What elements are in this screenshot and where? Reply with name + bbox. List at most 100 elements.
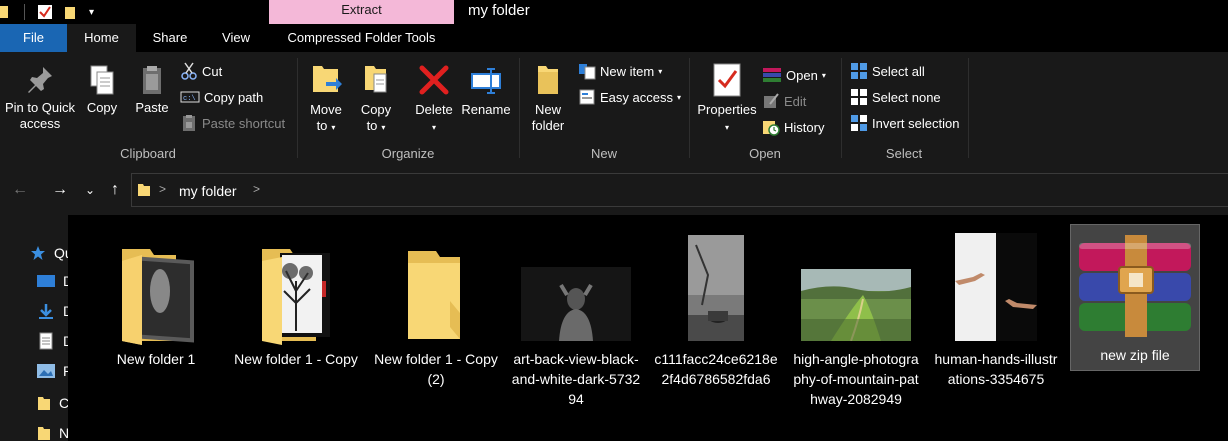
file-name: New folder 1 bbox=[116, 351, 196, 367]
open-button[interactable]: Open ▾ bbox=[762, 64, 826, 86]
image-thumbnail-hands bbox=[931, 233, 1061, 341]
nav-folder-c[interactable]: C bbox=[37, 392, 68, 414]
nav-quick-access[interactable]: Qu bbox=[30, 242, 68, 264]
new-item-icon bbox=[579, 64, 596, 80]
toolbar-divider bbox=[24, 4, 25, 20]
easy-access-icon bbox=[579, 89, 595, 105]
tab-compressed-folder-tools[interactable]: Compressed Folder Tools bbox=[269, 24, 454, 52]
invert-selection-label: Invert selection bbox=[872, 115, 960, 131]
tab-view[interactable]: View bbox=[204, 24, 268, 52]
new-folder-label-line2: folder bbox=[531, 118, 565, 133]
nav-label: N bbox=[59, 425, 68, 441]
pin-label-line1: Pin to Quick bbox=[4, 100, 76, 115]
folder-icon bbox=[122, 249, 194, 345]
forward-arrow-icon[interactable]: → bbox=[48, 178, 72, 202]
new-folder-qa-icon[interactable] bbox=[63, 4, 79, 20]
file-item-image[interactable]: c111facc24ce6218e2f4d6786582fda6 bbox=[651, 229, 781, 429]
paste-shortcut-button[interactable]: Paste shortcut bbox=[180, 112, 285, 134]
nav-folder-n[interactable]: N bbox=[37, 422, 68, 441]
image-thumbnail-landscape bbox=[791, 267, 921, 341]
new-item-label: New item bbox=[600, 63, 655, 79]
select-all-icon bbox=[851, 63, 867, 79]
file-name: high-angle-photography-of-mountain-pathw… bbox=[793, 351, 919, 407]
group-organize: Move to ▾ Copy to ▾ Delete ▾ Rename Organi… bbox=[298, 56, 518, 162]
select-all-label: Select all bbox=[872, 63, 925, 79]
tab-home[interactable]: Home bbox=[67, 24, 136, 52]
easy-access-label: Easy access bbox=[600, 89, 673, 105]
ribbon-tabs: File Home Share View Compressed Folder T… bbox=[0, 24, 1228, 52]
copy-path-label: Copy path bbox=[204, 89, 264, 105]
back-arrow-icon[interactable]: ← bbox=[8, 178, 32, 202]
recent-locations-chevron-icon[interactable]: ⌄ bbox=[78, 178, 102, 202]
invert-selection-button[interactable]: Invert selection bbox=[850, 112, 959, 134]
clipboard-group-label: Clipboard bbox=[120, 146, 176, 161]
paste-icon bbox=[143, 66, 161, 94]
file-item-folder[interactable]: New folder 1 - Copy (2) bbox=[371, 229, 501, 409]
paste-button[interactable]: Paste bbox=[130, 64, 174, 116]
scissors-icon bbox=[181, 62, 197, 80]
image-thumbnail-bw bbox=[651, 233, 781, 341]
properties-check-icon[interactable] bbox=[37, 4, 53, 20]
file-name: New folder 1 - Copy bbox=[234, 351, 358, 367]
copy-to-label-line2: to ▾ bbox=[366, 118, 386, 133]
winrar-open-icon bbox=[763, 68, 781, 82]
properties-caret: ▾ bbox=[724, 123, 729, 132]
image-thumbnail-dark bbox=[511, 267, 641, 341]
delete-button[interactable]: Delete ▾ bbox=[412, 62, 456, 136]
nav-downloads[interactable]: D bbox=[37, 300, 68, 322]
group-new: New folder New item ▾ Easy access ▾ New bbox=[520, 56, 688, 162]
file-item-folder[interactable]: New folder 1 bbox=[91, 229, 221, 409]
document-icon bbox=[39, 332, 53, 350]
new-item-button[interactable]: New item ▾ bbox=[578, 60, 662, 82]
rename-button[interactable]: Rename bbox=[460, 62, 512, 118]
breadcrumb-chevron-icon[interactable]: > bbox=[253, 182, 260, 196]
nav-desktop[interactable]: D bbox=[37, 270, 68, 292]
folder-icon bbox=[38, 427, 50, 440]
copy-path-button[interactable]: c:\ Copy path bbox=[180, 86, 263, 108]
copy-to-button[interactable]: Copy to ▾ bbox=[354, 62, 398, 136]
paste-label: Paste bbox=[135, 100, 169, 115]
history-label: History bbox=[784, 119, 825, 135]
tab-file[interactable]: File bbox=[0, 24, 67, 52]
copy-path-icon: c:\ bbox=[180, 91, 200, 103]
nav-documents[interactable]: D bbox=[37, 330, 68, 352]
group-separator bbox=[968, 58, 969, 158]
address-bar[interactable]: > my folder > bbox=[131, 173, 1228, 207]
history-icon bbox=[763, 121, 780, 136]
nav-pictures[interactable]: P bbox=[37, 360, 68, 382]
copy-button[interactable]: Copy bbox=[80, 64, 124, 116]
file-item-image[interactable]: human-hands-illustrations-3354675 bbox=[931, 229, 1061, 429]
easy-access-button[interactable]: Easy access ▾ bbox=[578, 86, 681, 108]
pin-to-quick-access-button[interactable]: Pin to Quick access bbox=[2, 64, 78, 132]
select-none-label: Select none bbox=[872, 89, 941, 105]
zip-thumbnail bbox=[1071, 229, 1199, 341]
file-item-image[interactable]: high-angle-photography-of-mountain-pathw… bbox=[791, 229, 921, 429]
move-to-button[interactable]: Move to ▾ bbox=[304, 62, 348, 136]
open-label: Open bbox=[786, 67, 818, 83]
breadcrumb-chevron-icon[interactable]: > bbox=[159, 182, 166, 196]
file-item-folder[interactable]: New folder 1 - Copy bbox=[231, 229, 361, 409]
breadcrumb-my-folder[interactable]: my folder bbox=[179, 183, 237, 199]
new-folder-button[interactable]: New folder bbox=[526, 62, 570, 134]
file-item-image[interactable]: art-back-view-black-and-white-dark-57329… bbox=[511, 229, 641, 429]
tab-share[interactable]: Share bbox=[136, 24, 204, 52]
copy-label: Copy bbox=[86, 100, 118, 115]
copy-to-icon bbox=[365, 66, 387, 93]
select-none-button[interactable]: Select none bbox=[850, 86, 941, 108]
star-icon bbox=[31, 246, 45, 260]
winrar-archive-icon bbox=[1079, 235, 1191, 337]
delete-x-icon bbox=[419, 65, 449, 95]
title-bar: ▾ Extract my folder bbox=[0, 0, 1228, 24]
up-arrow-icon[interactable]: ↑ bbox=[103, 178, 127, 202]
group-open: Properties ▾ Open ▾ Edit History Open bbox=[690, 56, 840, 162]
edit-icon bbox=[764, 93, 779, 108]
history-button[interactable]: History bbox=[762, 116, 824, 138]
edit-button[interactable]: Edit bbox=[762, 90, 806, 112]
properties-button[interactable]: Properties ▾ bbox=[694, 62, 760, 136]
select-all-button[interactable]: Select all bbox=[850, 60, 925, 82]
cut-button[interactable]: Cut bbox=[180, 60, 222, 82]
rename-label: Rename bbox=[461, 102, 511, 117]
customize-qa-dropdown-icon[interactable]: ▾ bbox=[89, 7, 94, 18]
file-item-zip-selected[interactable]: new zip file bbox=[1070, 224, 1200, 371]
window-title: my folder bbox=[468, 2, 530, 19]
